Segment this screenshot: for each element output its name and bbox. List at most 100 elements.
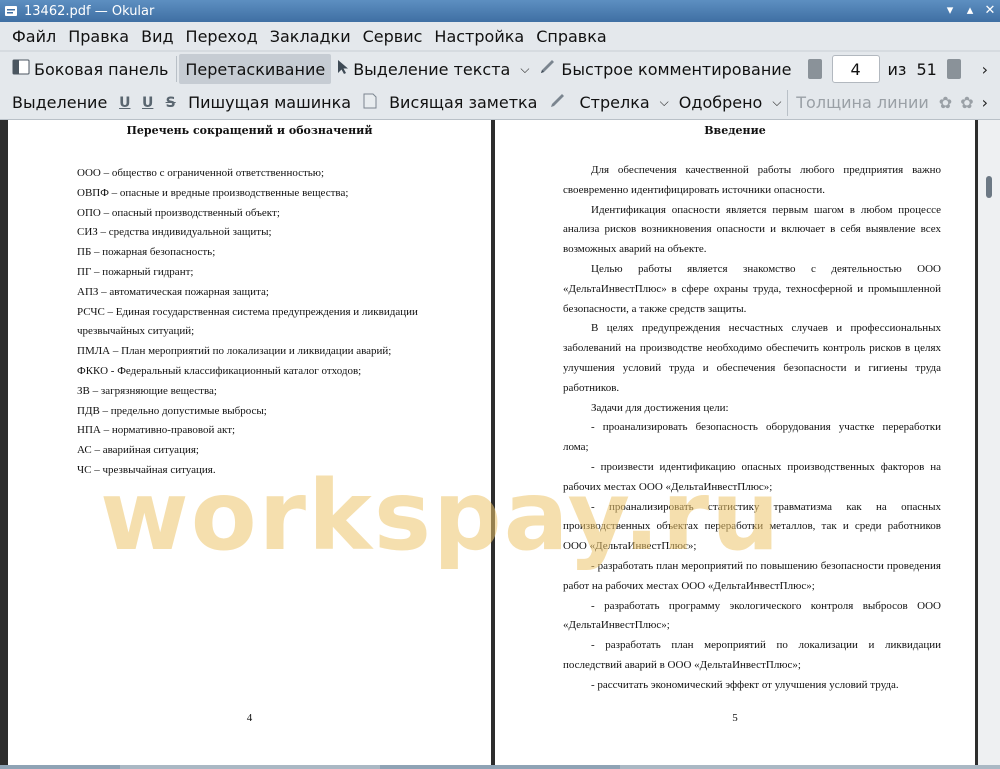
sidebar-button-label: Боковая панель [34,59,169,79]
scrollbar-thumb[interactable] [986,176,992,198]
paragraph: - разработать программу экологического к… [563,599,941,632]
strikeout-icon[interactable]: S [163,95,178,111]
cursor-arrow-icon [337,59,349,79]
introduction-text: Для обеспечения качественной работы любо… [563,161,941,696]
text-select-dropdown-icon[interactable]: ⌵ [516,62,533,77]
paragraph: - произвести идентификацию опасных произ… [563,460,941,493]
abbreviation-list: ООО – общество с ограниченной ответствен… [77,164,447,481]
list-item: АС – аварийная ситуация; [77,444,199,457]
maximize-icon[interactable]: ▴ [960,2,980,20]
quick-annotate-button[interactable]: Быстрое комментирование [533,54,797,84]
menu-help[interactable]: Справка [530,27,613,46]
document-viewport[interactable]: Перечень сокращений и обозначений ООО – … [0,120,1000,765]
title-bar: 13462.pdf — Okular ▾ ▴ ✕ [0,0,1000,22]
paragraph: Задачи для достижения цели: [591,401,729,414]
menu-edit[interactable]: Правка [62,27,135,46]
vertical-scrollbar[interactable] [978,120,1000,765]
list-item: ОВПФ – опасные и вредные производственны… [77,186,349,199]
quick-annotate-label: Быстрое комментирование [561,59,792,79]
list-item: ФККО - Федеральный классификационный кат… [77,364,362,377]
color-palette-icon[interactable]: ✿ [939,93,952,112]
menu-settings[interactable]: Настройка [428,27,530,46]
document-page-4: Перечень сокращений и обозначений ООО – … [8,120,491,765]
page-heading: Введение [704,124,766,137]
list-item: НПА – нормативно-правовой акт; [77,424,236,437]
annotate-pen-icon [539,59,557,79]
page-of-label: из [887,59,907,79]
previous-page-icon[interactable] [807,59,822,79]
list-item: ПГ – пожарный гидрант; [77,265,194,278]
popup-note-tool-label: Висящая заметка [389,93,538,112]
highlight-tool-label: Выделение [12,93,108,112]
text-select-tool-button[interactable]: Выделение текста [331,54,516,84]
toolbar-divider [176,56,178,82]
menu-file[interactable]: Файл [6,27,62,46]
minimize-icon[interactable]: ▾ [940,2,960,20]
list-item: АПЗ – автоматическая пожарная защита; [77,285,269,298]
stamp-dropdown-icon[interactable]: ⌵ [768,95,785,110]
paragraph: - разработать план мероприятий по локали… [563,639,941,671]
page-heading: Перечень сокращений и обозначений [126,124,373,137]
status-segment [380,765,620,769]
paragraph: - проанализировать безопасность оборудов… [563,421,941,454]
close-window-icon[interactable]: ✕ [980,2,1000,20]
highlight-tool-button[interactable]: Выделение [6,88,113,118]
paragraph: - проанализировать статистику травматизм… [563,500,941,553]
arrow-tool-label: Стрелка [579,93,650,112]
annotation-toolbar: Выделение U U S Пишущая машинка Висящая … [0,86,1000,120]
list-item: СИЗ – средства индивидуальной защиты; [77,226,272,239]
paragraph: В целях предупреждения несчастных случае… [563,322,941,394]
list-item: РСЧС – Единая государственная система пр… [77,305,418,338]
paragraph: Идентификация опасности является первым … [563,203,941,256]
next-page-icon[interactable] [946,59,961,79]
typewriter-tool-label: Пишущая машинка [188,93,352,112]
sidebar-icon [12,59,30,79]
popup-note-tool-button[interactable]: Висящая заметка [383,88,543,118]
list-item: ЗВ – загрязняющие вещества; [77,384,217,397]
status-segment [0,765,120,769]
list-item: ПМЛА – План мероприятий по локализации и… [77,345,392,358]
toolbar-overflow-icon[interactable]: › [978,60,992,79]
stamp-tool-button[interactable]: Одобрено [673,88,769,118]
page-total-label: 51 [916,59,937,79]
window-title: 13462.pdf — Okular [24,3,155,19]
list-item: ПБ – пожарная безопасность; [77,246,216,259]
menu-tools[interactable]: Сервис [357,27,429,46]
arrow-dropdown-icon[interactable]: ⌵ [656,95,673,110]
list-item: ПДВ – предельно допустимые выбросы; [77,404,267,417]
typewriter-tool-button[interactable]: Пишущая машинка [182,88,357,118]
squiggly-underline-icon[interactable]: U [140,95,155,111]
menu-bookmarks[interactable]: Закладки [264,27,357,46]
sidebar-button[interactable]: Боковая панель [6,54,174,84]
paragraph: - разработать план мероприятий по повыше… [563,559,941,592]
list-item: ЧС – чрезвычайная ситуация. [77,463,216,476]
list-item: ООО – общество с ограниченной ответствен… [77,167,325,179]
arrow-tool-button[interactable]: Стрелка [573,88,655,118]
browse-tool-button[interactable]: Перетаскивание [179,54,332,84]
page-number: 5 [732,712,738,724]
annotation-toolbar-overflow-icon[interactable]: › [978,93,992,112]
paragraph: - рассчитать экономический эффект от улу… [591,678,899,691]
document-page-5: Введение Для обеспечения качественной ра… [495,120,975,765]
menu-go[interactable]: Переход [180,27,264,46]
text-select-label: Выделение текста [353,59,511,79]
okular-app-icon [4,4,18,18]
paragraph: Для обеспечения качественной работы любо… [563,164,941,196]
menu-view[interactable]: Вид [135,27,179,46]
browse-tool-label: Перетаскивание [185,59,326,79]
status-bar [0,765,1000,769]
line-width-label: Толщина линии [796,93,929,112]
list-item: ОПО – опасный производственный объект; [77,206,280,219]
underline-icon[interactable]: U [117,95,132,111]
freehand-line-icon[interactable] [549,93,567,113]
note-icon[interactable] [363,93,377,113]
paragraph: Целью работы является знакомство с деяте… [563,262,941,315]
page-number-input[interactable] [831,55,880,83]
menu-bar: Файл Правка Вид Переход Закладки Сервис … [0,22,1000,50]
fill-color-icon[interactable]: ✿ [960,93,973,112]
main-toolbar: Боковая панель Перетаскивание Выделение … [0,52,1000,86]
toolbar-divider [787,89,789,116]
line-width-button[interactable]: Толщина линии [790,88,935,118]
page-number: 4 [246,712,253,724]
stamp-tool-label: Одобрено [678,93,763,112]
